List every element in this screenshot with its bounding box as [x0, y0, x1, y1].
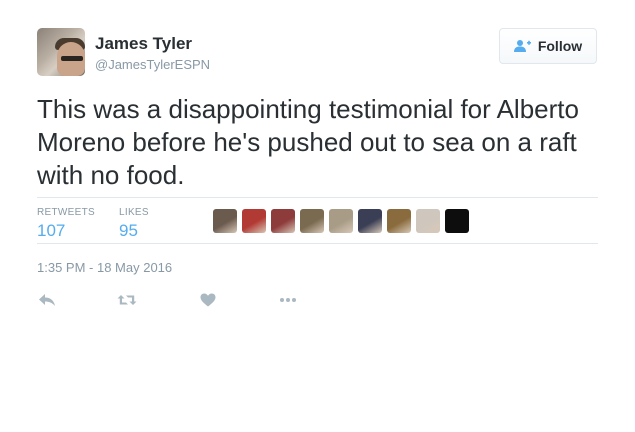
- tweet-stats: RETWEETS 107 LIKES 95: [37, 197, 598, 244]
- liker-avatar[interactable]: [271, 209, 295, 233]
- like-button[interactable]: [198, 290, 218, 310]
- more-icon: [280, 298, 296, 302]
- liker-avatar[interactable]: [387, 209, 411, 233]
- reply-icon: [39, 294, 55, 306]
- retweets-stat[interactable]: RETWEETS 107: [37, 207, 95, 241]
- tweet-text: This was a disappointing testimonial for…: [37, 94, 579, 190]
- more-button[interactable]: [278, 290, 298, 310]
- avatar-glasses: [61, 56, 83, 61]
- liker-avatar[interactable]: [416, 209, 440, 233]
- add-user-icon: [513, 40, 531, 52]
- retweet-icon: [117, 295, 137, 305]
- heart-icon: [200, 293, 216, 307]
- tweet-timestamp[interactable]: 1:35 PM - 18 May 2016: [37, 260, 172, 275]
- user-handle[interactable]: @JamesTylerESPN: [95, 57, 210, 72]
- liker-avatar[interactable]: [213, 209, 237, 233]
- liker-avatar[interactable]: [445, 209, 469, 233]
- tweet-card: James Tyler @JamesTylerESPN Follow This …: [0, 0, 635, 432]
- likers-avatars: [213, 209, 469, 233]
- likes-count: 95: [119, 221, 138, 240]
- retweets-count: 107: [37, 221, 66, 240]
- liker-avatar[interactable]: [358, 209, 382, 233]
- retweets-label: RETWEETS: [37, 207, 95, 218]
- user-name[interactable]: James Tyler: [95, 34, 192, 54]
- liker-avatar[interactable]: [242, 209, 266, 233]
- likes-stat[interactable]: LIKES 95: [119, 207, 149, 241]
- retweet-button[interactable]: [117, 290, 137, 310]
- liker-avatar[interactable]: [329, 209, 353, 233]
- follow-button-label: Follow: [537, 38, 583, 54]
- likes-label: LIKES: [119, 207, 149, 218]
- follow-button[interactable]: Follow: [499, 28, 597, 64]
- avatar[interactable]: [37, 28, 85, 76]
- liker-avatar[interactable]: [300, 209, 324, 233]
- reply-button[interactable]: [37, 290, 57, 310]
